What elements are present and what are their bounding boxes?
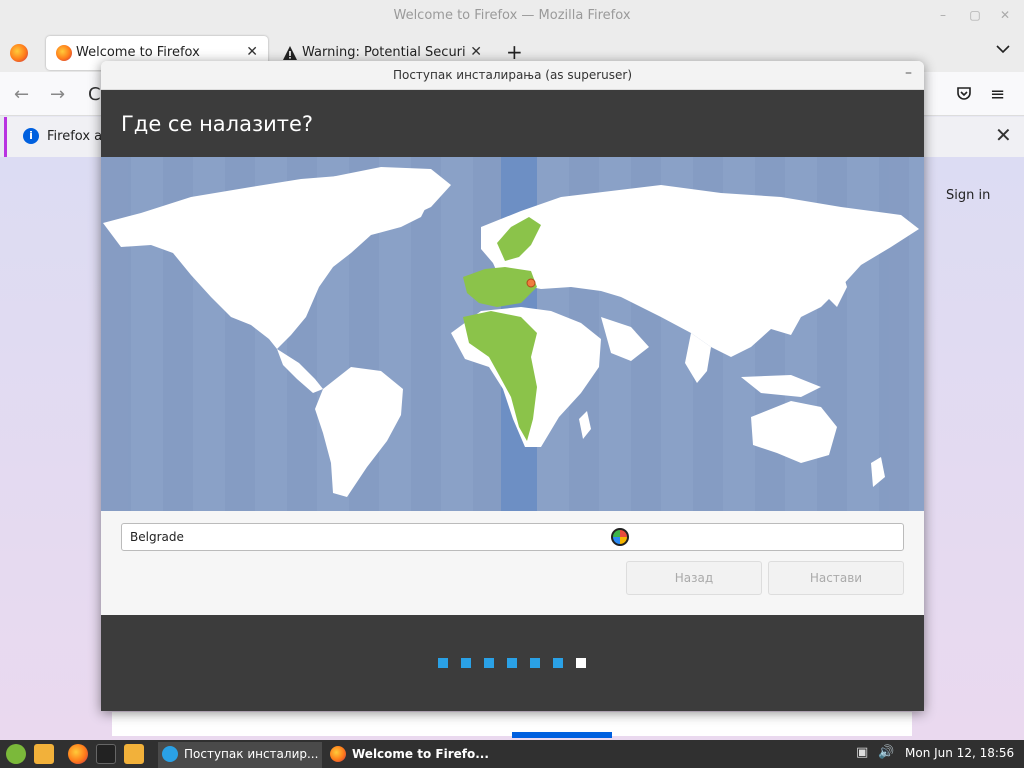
location-input[interactable] [121, 523, 904, 551]
installer-icon [162, 746, 178, 762]
close-icon[interactable]: ✕ [995, 123, 1012, 147]
step-dot-current [576, 658, 586, 668]
taskbar-item-installer[interactable]: Поступак инсталир... [158, 742, 322, 768]
step-dot [461, 658, 471, 668]
terminal-icon[interactable] [96, 744, 116, 764]
installer-window-title: Поступак инсталирања (as superuser) [392, 68, 633, 82]
installer-header: Где се налазите? [101, 90, 924, 157]
step-dot [438, 658, 448, 668]
forward-icon[interactable]: → [50, 84, 65, 105]
step-dot [484, 658, 494, 668]
page-progress-bar [512, 732, 612, 738]
tab-label: Welcome to Firefox [76, 45, 200, 60]
firefox-launcher-icon[interactable] [68, 744, 88, 764]
step-dot [507, 658, 517, 668]
next-button[interactable]: Настави [768, 561, 904, 595]
firefox-icon [330, 746, 346, 762]
info-icon: i [23, 128, 39, 144]
tab-close-icon[interactable]: ✕ [246, 44, 258, 60]
tab-close-icon[interactable]: ✕ [470, 44, 482, 60]
installer-dialog: Поступак инсталирања (as superuser) – Гд… [101, 61, 924, 711]
taskbar-item-firefox[interactable]: Welcome to Firefo... [326, 742, 496, 768]
chevron-down-icon[interactable] [996, 42, 1010, 58]
pocket-icon[interactable] [956, 85, 972, 106]
close-window-icon[interactable]: ✕ [998, 8, 1012, 22]
back-button[interactable]: Назад [626, 561, 762, 595]
volume-icon[interactable]: 🔊 [878, 745, 894, 760]
firefox-window-title: Welcome to Firefox — Mozilla Firefox [393, 8, 631, 23]
firefox-titlebar: Welcome to Firefox — Mozilla Firefox – ▢… [0, 0, 1024, 32]
installer-footer [101, 615, 924, 711]
page-title: Где се налазите? [121, 112, 314, 136]
warning-icon [282, 45, 298, 61]
tab-label: Warning: Potential Security [302, 45, 466, 60]
firefox-logo-icon[interactable] [10, 44, 28, 62]
location-form: Назад Настави [101, 511, 924, 615]
files-icon[interactable] [124, 744, 144, 764]
task-label: Поступак инсталир... [184, 747, 319, 761]
step-dot [530, 658, 540, 668]
installer-titlebar: Поступак инсталирања (as superuser) – [101, 61, 924, 90]
firefox-favicon-icon [56, 45, 72, 61]
menu-icon[interactable]: ≡ [990, 84, 1005, 105]
sign-in-link[interactable]: Sign in [946, 188, 990, 203]
minimize-icon[interactable]: – [936, 8, 950, 22]
clock[interactable]: Mon Jun 12, 18:56 [905, 746, 1014, 760]
notifications-icon[interactable]: ▣ [856, 745, 868, 760]
loading-spinner-icon [611, 528, 629, 546]
step-indicator [438, 658, 586, 668]
menu-start-icon[interactable] [6, 744, 26, 764]
reload-icon[interactable]: C [88, 84, 101, 105]
folder-icon[interactable] [34, 744, 54, 764]
maximize-icon[interactable]: ▢ [968, 8, 982, 22]
task-label: Welcome to Firefo... [352, 747, 489, 761]
taskbar: Поступак инсталир... Welcome to Firefo..… [0, 740, 1024, 768]
timezone-map[interactable] [101, 157, 924, 511]
back-icon[interactable]: ← [14, 84, 29, 105]
minimize-icon[interactable]: – [905, 65, 912, 81]
location-pin [526, 278, 536, 288]
step-dot [553, 658, 563, 668]
